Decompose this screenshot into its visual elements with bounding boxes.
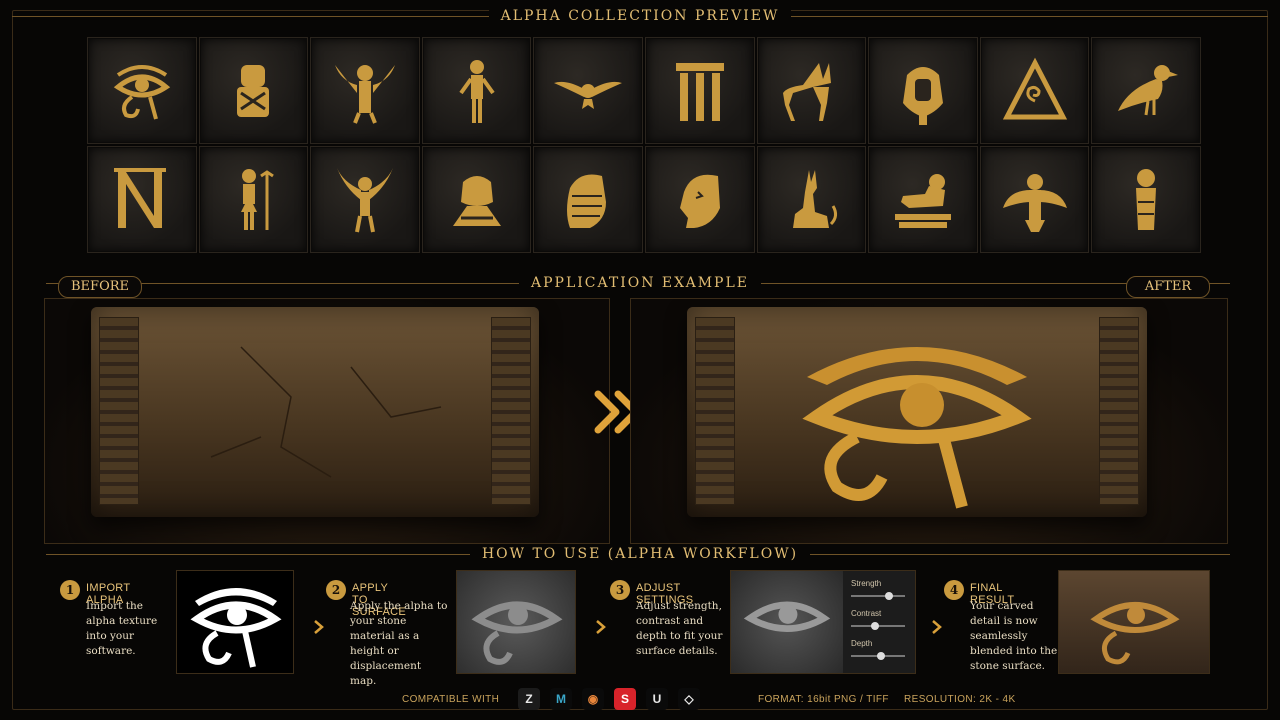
eye-of-horus-icon xyxy=(113,64,170,120)
slider-knob[interactable] xyxy=(871,622,880,630)
alpha-tile[interactable] xyxy=(869,147,977,252)
carved-eye-icon xyxy=(1090,602,1180,665)
step-number: 4 xyxy=(944,580,964,600)
alpha-tile[interactable] xyxy=(422,38,531,143)
alpha-tile[interactable] xyxy=(757,147,866,252)
alpha-tile[interactable] xyxy=(88,38,196,143)
workflow-steps: 1 IMPORT ALPHA Import the alpha texture … xyxy=(46,566,1230,687)
mummy-icon xyxy=(1136,168,1157,230)
pharaoh-mask-icon xyxy=(902,66,943,125)
preview-stone xyxy=(731,571,843,673)
footer: COMPATIBLE WITH Z M ◉ S U ◇ FORMAT: 16bit PNG… xyxy=(0,686,1280,710)
sphinx-icon xyxy=(894,173,951,228)
before-panel xyxy=(44,298,610,544)
slider-contrast[interactable] xyxy=(851,622,905,630)
slider-label: Strength xyxy=(851,579,882,588)
step-description: Adjust strength, contrast and depth to f… xyxy=(636,600,723,657)
anubis-jackal-icon xyxy=(783,62,832,121)
unreal-icon: U xyxy=(646,688,668,710)
alpha-tile[interactable] xyxy=(534,147,642,252)
alpha-tile[interactable] xyxy=(199,38,308,143)
zbrush-icon: Z xyxy=(518,688,540,710)
alpha-tile[interactable] xyxy=(311,147,419,252)
step-number: 2 xyxy=(326,580,346,600)
winged-goddess-icon xyxy=(336,167,393,232)
chevron-right-icon xyxy=(932,620,942,634)
plain-stone-block xyxy=(91,307,539,517)
compatible-label: COMPATIBLE WITH xyxy=(402,694,500,705)
slider-depth[interactable] xyxy=(851,652,905,660)
alpha-tile[interactable] xyxy=(311,38,419,143)
carved-eye-of-horus-icon xyxy=(802,347,1032,509)
winged-scarab-icon xyxy=(554,81,623,109)
alpha-tile[interactable] xyxy=(1092,38,1200,143)
settings-thumbnail: Strength Contrast Depth xyxy=(730,570,916,674)
chevron-right-icon xyxy=(314,620,324,634)
carved-stone-block xyxy=(687,307,1147,517)
substance-icon: S xyxy=(614,688,636,710)
alpha-eye-icon xyxy=(190,588,282,668)
winged-idol-icon xyxy=(1002,173,1067,232)
alpha-tile[interactable] xyxy=(980,147,1089,252)
sitting-jackal-icon xyxy=(793,169,838,228)
alpha-tile[interactable] xyxy=(199,147,308,252)
seated-pharaoh-icon xyxy=(237,64,270,117)
alpha-tile[interactable] xyxy=(88,147,196,252)
slider-label: Contrast xyxy=(851,609,882,618)
gray-eye-icon xyxy=(471,601,563,665)
maya-icon: M xyxy=(550,688,572,710)
chevron-right-icon xyxy=(596,620,606,634)
unity-icon: ◇ xyxy=(678,688,700,710)
winged-figure-icon xyxy=(334,64,395,124)
alpha-grid xyxy=(88,38,1200,252)
final-result-thumbnail xyxy=(1058,570,1210,674)
alpha-tile[interactable] xyxy=(1092,147,1200,252)
resolution-info: RESOLUTION: 2K - 4K xyxy=(904,694,1016,705)
step-number: 1 xyxy=(60,580,80,600)
alpha-tile[interactable] xyxy=(645,147,754,252)
slider-knob[interactable] xyxy=(884,592,893,600)
before-label: BEFORE xyxy=(58,276,142,298)
pharaoh-profile-icon xyxy=(567,174,607,228)
alpha-tile[interactable] xyxy=(422,147,531,252)
column-icon xyxy=(675,62,724,121)
pharaoh-arms-crossed-icon xyxy=(452,175,501,226)
format-info: FORMAT: 16bit PNG / TIFF xyxy=(758,694,889,705)
standing-god-icon xyxy=(458,59,495,123)
alpha-tile[interactable] xyxy=(980,38,1089,143)
after-panel xyxy=(630,298,1228,544)
slider-strength[interactable] xyxy=(851,592,905,600)
triangle-spiral-icon xyxy=(1002,57,1067,119)
queen-profile-icon xyxy=(679,174,720,228)
step-description: Apply the alpha to your stone material a… xyxy=(350,600,448,687)
blender-icon: ◉ xyxy=(582,688,604,710)
alpha-tile[interactable] xyxy=(534,38,642,143)
stone-cracks xyxy=(210,346,442,478)
step-number: 3 xyxy=(610,580,630,600)
after-label: AFTER xyxy=(1126,276,1210,298)
gray-eye-icon xyxy=(743,601,831,632)
grayscale-stone-thumbnail xyxy=(456,570,576,674)
alpha-thumbnail xyxy=(176,570,294,674)
step-description: Your carved detail is now seamlessly ble… xyxy=(970,600,1058,672)
alpha-tile[interactable] xyxy=(869,38,977,143)
falcon-icon xyxy=(1118,64,1179,115)
n-letter-icon xyxy=(113,167,166,228)
slider-label: Depth xyxy=(851,639,873,648)
alpha-tile[interactable] xyxy=(645,38,754,143)
alpha-tile[interactable] xyxy=(757,38,866,143)
slider-knob[interactable] xyxy=(876,652,885,660)
standing-figure-staff-icon xyxy=(241,168,275,230)
step-description: Import the alpha texture into your softw… xyxy=(86,600,158,657)
